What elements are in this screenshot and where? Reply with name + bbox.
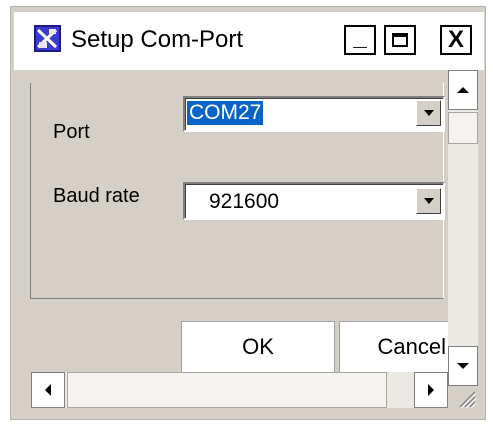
chevron-up-icon (457, 87, 469, 93)
form-panel: Port COM27 Baud rate 921600 (30, 83, 445, 299)
window-title: Setup Com-Port (71, 26, 244, 53)
close-button[interactable]: X (440, 25, 472, 55)
title-bar[interactable]: Setup Com-Port _ X (14, 12, 484, 70)
close-icon: X (447, 26, 464, 53)
ok-button[interactable]: OK (181, 321, 335, 373)
maximize-icon (392, 33, 408, 47)
scroll-down-button[interactable] (448, 346, 478, 386)
scroll-up-button[interactable] (448, 70, 478, 110)
port-value: COM27 (187, 101, 264, 125)
app-icon (34, 25, 61, 52)
vertical-scroll-thumb[interactable] (448, 112, 478, 144)
baud-rate-value: 921600 (209, 190, 280, 213)
port-dropdown-button[interactable] (416, 100, 441, 126)
maximize-button[interactable] (384, 25, 416, 55)
minimize-button[interactable]: _ (344, 25, 376, 55)
scroll-left-button[interactable] (31, 372, 65, 408)
chevron-down-icon (423, 198, 434, 204)
resize-grip-icon[interactable] (448, 386, 478, 409)
vertical-scrollbar[interactable] (448, 70, 478, 386)
baud-rate-select[interactable]: 921600 (183, 182, 445, 220)
chevron-down-icon (423, 110, 434, 116)
horizontal-scrollbar[interactable] (31, 372, 448, 408)
chevron-right-icon (428, 384, 434, 396)
port-select[interactable]: COM27 (183, 96, 445, 132)
baud-rate-dropdown-button[interactable] (416, 188, 441, 214)
minimize-icon: _ (353, 24, 367, 51)
chevron-down-icon (457, 363, 469, 369)
baud-rate-label: Baud rate (53, 185, 140, 207)
horizontal-scroll-thumb[interactable] (67, 372, 387, 408)
chevron-left-icon (45, 384, 51, 396)
scroll-right-button[interactable] (414, 372, 448, 408)
port-label: Port (53, 121, 90, 143)
